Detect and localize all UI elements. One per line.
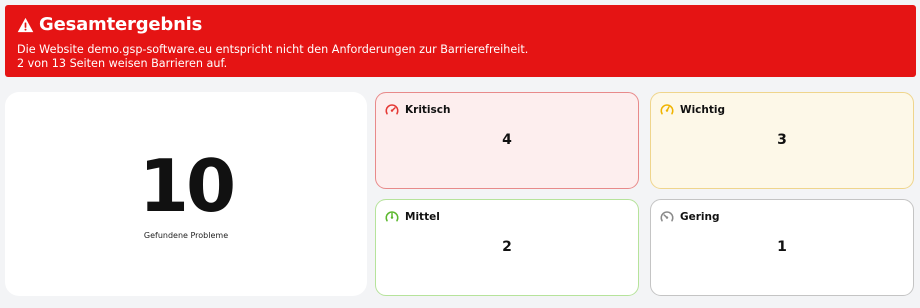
gauge-important-icon (660, 104, 674, 115)
severity-card-wichtig[interactable]: Wichtig 3 (650, 92, 914, 189)
severity-card-kritisch[interactable]: Kritisch 4 (375, 92, 639, 189)
severity-count-wichtig: 3 (777, 132, 787, 148)
warning-icon (17, 17, 34, 33)
severity-label-kritisch: Kritisch (405, 104, 451, 116)
banner-title: Gesamtergebnis (39, 14, 203, 35)
severity-count-kritisch: 4 (502, 132, 512, 148)
total-problems-card: 10 Gefundene Probleme (5, 92, 367, 296)
banner-message-line-2: 2 von 13 Seiten weisen Barrieren auf. (17, 57, 228, 70)
banner-message: Die Website demo.gsp-software.eu entspri… (17, 43, 528, 71)
severity-label-mittel: Mittel (405, 211, 440, 223)
severity-count-mittel: 2 (502, 239, 512, 255)
total-problems-label: Gefundene Probleme (143, 231, 229, 240)
total-problems-value: 10 (138, 144, 236, 228)
banner-message-line-1: Die Website demo.gsp-software.eu entspri… (17, 43, 529, 56)
gauge-low-icon (660, 211, 674, 222)
severity-label-wichtig: Wichtig (680, 104, 726, 116)
severity-label-gering: Gering (680, 211, 720, 223)
severity-card-gering[interactable]: Gering 1 (650, 199, 914, 296)
severity-count-gering: 1 (777, 239, 787, 255)
gauge-medium-icon (385, 211, 399, 222)
banner-title-row: Gesamtergebnis (17, 15, 202, 35)
severity-card-mittel[interactable]: Mittel 2 (375, 199, 639, 296)
gauge-critical-icon (385, 104, 399, 115)
overall-result-banner: Gesamtergebnis Die Website demo.gsp-soft… (5, 5, 916, 77)
